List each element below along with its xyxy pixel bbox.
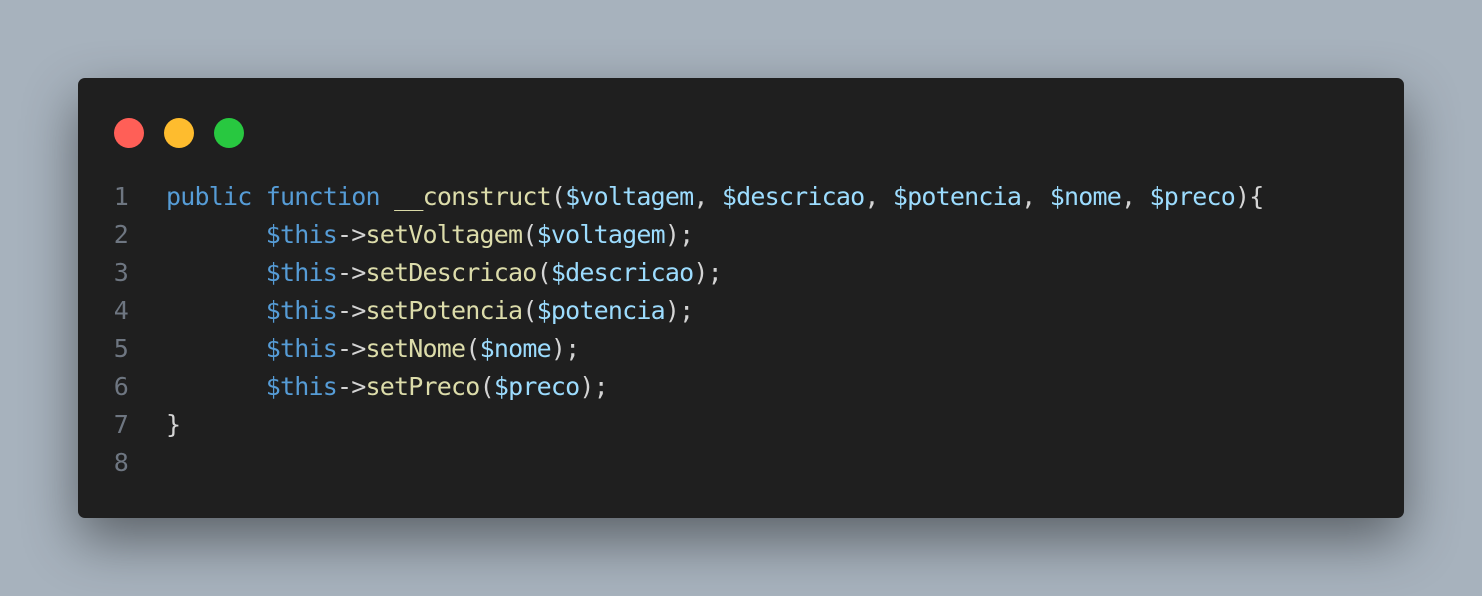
code-token: );: [550, 334, 580, 363]
code-token: $nome: [1049, 182, 1122, 211]
code-token: ->: [337, 296, 366, 325]
code-token: $this: [265, 372, 338, 401]
close-dot-icon[interactable]: [114, 118, 144, 148]
code-line: 8: [78, 444, 1404, 482]
code-line: 6 $this->setPreco($preco);: [78, 368, 1404, 406]
code-token: ,: [1120, 182, 1150, 211]
code-token: );: [664, 296, 694, 325]
code-token: $voltagem: [565, 182, 694, 211]
line-number: 7: [113, 410, 129, 439]
code-token: setNome: [365, 334, 467, 363]
code-token: setDescricao: [365, 258, 538, 287]
code-text: $this->setDescricao($descricao);: [166, 254, 723, 292]
code-token: $descricao: [550, 258, 694, 287]
code-line: 3 $this->setDescricao($descricao);: [78, 254, 1404, 292]
code-token: }: [166, 410, 181, 439]
code-token: (: [536, 258, 552, 287]
line-number: 1: [113, 182, 129, 211]
minimize-dot-icon[interactable]: [164, 118, 194, 148]
maximize-dot-icon[interactable]: [214, 118, 244, 148]
code-token: (: [465, 334, 480, 363]
code-token: public: [166, 182, 252, 211]
code-token: $nome: [479, 334, 552, 363]
code-token: $voltagem: [536, 220, 666, 249]
code-text: }: [166, 406, 181, 444]
code-token: __construct: [394, 182, 552, 211]
code-token: $preco: [1149, 182, 1235, 211]
code-token: ,: [1021, 182, 1050, 211]
code-token: (: [550, 182, 566, 211]
line-number: 5: [113, 334, 129, 363]
code-token: $this: [265, 220, 338, 249]
code-token: $this: [265, 334, 338, 363]
code-token: ){: [1234, 182, 1264, 211]
code-token: function: [265, 182, 381, 211]
code-token: setPreco: [365, 372, 481, 401]
code-line: 4 $this->setPotencia($potencia);: [78, 292, 1404, 330]
code-line: 2 $this->setVoltagem($voltagem);: [78, 216, 1404, 254]
code-token: setVoltagem: [365, 220, 524, 249]
code-token: ->: [337, 220, 366, 249]
code-token: (: [522, 296, 537, 325]
code-token: );: [664, 220, 694, 249]
code-token: (: [479, 372, 495, 401]
code-window: 1 public function __construct($voltagem, …: [78, 78, 1404, 518]
code-line: 1 public function __construct($voltagem, …: [78, 178, 1404, 216]
code-token: $potencia: [536, 296, 666, 325]
code-text: $this->setNome($nome);: [166, 330, 580, 368]
code-token: );: [579, 372, 608, 401]
code-text: $this->setVoltagem($voltagem);: [166, 216, 694, 254]
code-token: ,: [864, 182, 893, 211]
line-number: 6: [113, 372, 129, 401]
line-number: 3: [113, 258, 129, 287]
code-token: setPotencia: [365, 296, 524, 325]
line-number: 4: [113, 296, 129, 325]
line-number: 8: [113, 448, 129, 477]
code-line: 5 $this->setNome($nome);: [78, 330, 1404, 368]
code-token: ->: [337, 334, 366, 363]
code-line: 7}: [78, 406, 1404, 444]
code-token: ,: [693, 182, 722, 211]
code-token: $preco: [493, 372, 580, 401]
code-token: $this: [265, 296, 338, 325]
code-token: ->: [337, 258, 366, 287]
line-number: 2: [113, 220, 129, 249]
code-text: $this->setPotencia($potencia);: [166, 292, 694, 330]
code-token: $potencia: [892, 182, 1022, 211]
code-text: $this->setPreco($preco);: [166, 368, 609, 406]
code-token: $descricao: [721, 182, 865, 211]
code-token: (: [522, 220, 537, 249]
code-token: $this: [265, 258, 338, 287]
code-token: );: [693, 258, 722, 287]
code-block: 1 public function __construct($voltagem, …: [78, 178, 1404, 482]
code-token: ->: [337, 372, 366, 401]
code-text: public function __construct($voltagem, $…: [166, 178, 1264, 216]
